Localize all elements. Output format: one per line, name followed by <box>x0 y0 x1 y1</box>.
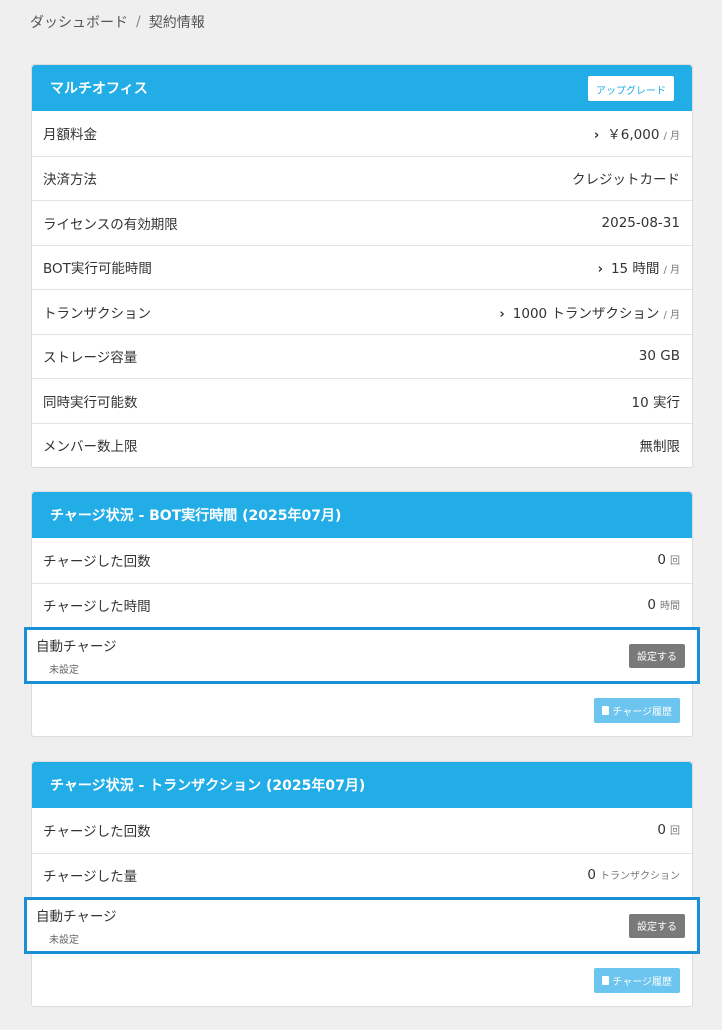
auto-charge-status: 未設定 <box>49 935 79 946</box>
breadcrumb-separator: / <box>136 14 141 30</box>
tx-auto-charge-set-button[interactable]: 設定する <box>629 913 685 938</box>
document-icon <box>602 705 610 715</box>
bot-charge-count-row: チャージした回数 0回 <box>32 538 692 583</box>
tx-charge-card: チャージ状況 - トランザクション (2025年07月) チャージした回数 0回… <box>24 761 700 1007</box>
row-label: ストレージ容量 <box>43 350 138 367</box>
tx-charge-header: チャージ状況 - トランザクション (2025年07月) <box>32 762 692 808</box>
plan-rows: 月額料金 › ￥6,000/ 月決済方法 クレジットカード ライセンスの有効期限 2025… <box>32 111 692 467</box>
bot-auto-charge-set-button[interactable]: 設定する <box>629 643 685 668</box>
breadcrumb-current: 契約情報 <box>148 15 205 31</box>
row-unit: / 月 <box>663 265 680 277</box>
row-value-group: クレジットカード <box>572 168 680 188</box>
row-label: チャージした量 <box>43 869 138 886</box>
auto-charge-label: 自動チャージ <box>36 909 117 925</box>
tx-charge-amount-row: チャージした量 0 トランザクション <box>32 852 692 898</box>
history-label: チャージ履歴 <box>612 706 672 718</box>
row-value-group: 無制限 <box>640 435 681 455</box>
bot-charge-title: チャージ状況 - BOT実行時間 (2025年07月) <box>50 508 342 524</box>
row-value: 15 時間 <box>610 261 660 278</box>
row-value: 2025-08-31 <box>601 214 680 231</box>
row-value: 0 <box>657 822 666 839</box>
row-value-group: › ￥6,000/ 月 <box>594 123 680 143</box>
bot-auto-charge-row: 自動チャージ 未設定 設定する <box>24 627 700 684</box>
row-value: 1000 トランザクション <box>512 305 660 322</box>
row-label: チャージした時間 <box>43 599 151 616</box>
row-unit: 時間 <box>660 601 680 613</box>
plan-row[interactable]: 月額料金 › ￥6,000/ 月 <box>32 111 692 156</box>
row-value-group: 2025-08-31 <box>602 215 680 231</box>
row-label: 月額料金 <box>43 127 97 144</box>
document-icon <box>602 975 610 985</box>
history-label: チャージ履歴 <box>612 976 672 988</box>
row-value-group: 30 GB <box>639 348 680 364</box>
row-label: トランザクション <box>43 305 151 322</box>
row-unit: / 月 <box>663 131 680 143</box>
row-label: ライセンスの有効期限 <box>43 216 178 233</box>
bot-charge-time-row: チャージした時間 0 時間 <box>32 582 692 628</box>
plan-row: 同時実行可能数 10 実行 <box>32 378 692 423</box>
row-value: 0 <box>657 552 666 569</box>
breadcrumb-dashboard-link[interactable]: ダッシュボード <box>30 12 128 32</box>
row-value-group: 10 実行 <box>632 391 680 411</box>
plan-row[interactable]: BOT実行可能時間 › 15 時間 / 月 <box>32 244 692 290</box>
plan-card-header: マルチオフィス アップグレード <box>32 65 692 111</box>
chevron-right-icon[interactable]: › <box>594 128 599 143</box>
row-value: ￥6,000 <box>607 127 660 144</box>
row-value-group: › 1000 トランザクション / 月 <box>499 302 680 322</box>
tx-charge-count-row: チャージした回数 0回 <box>32 808 692 853</box>
tx-charge-title: チャージ状況 - トランザクション (2025年07月) <box>50 778 366 794</box>
upgrade-button[interactable]: アップグレード <box>588 75 674 101</box>
row-label: 決済方法 <box>43 172 97 189</box>
plan-title: マルチオフィス <box>50 81 148 97</box>
plan-row[interactable]: トランザクション › 1000 トランザクション / 月 <box>32 289 692 334</box>
row-value: 0 <box>587 867 596 884</box>
bot-charge-header: チャージ状況 - BOT実行時間 (2025年07月) <box>32 492 692 538</box>
row-value-group: › 15 時間 / 月 <box>598 257 680 277</box>
plan-row: 決済方法 クレジットカード <box>32 155 692 201</box>
bot-charge-footer: チャージ履歴 <box>32 684 692 736</box>
row-unit: 回 <box>670 556 680 568</box>
plan-row: メンバー数上限 無制限 <box>32 422 692 468</box>
row-label: チャージした回数 <box>43 824 151 841</box>
breadcrumb: ダッシュボード / 契約情報 <box>30 12 205 32</box>
auto-charge-label: 自動チャージ <box>36 639 117 655</box>
row-value: 無制限 <box>639 439 681 456</box>
row-value: 10 実行 <box>631 394 680 411</box>
row-unit: 回 <box>670 826 680 838</box>
row-label: チャージした回数 <box>43 554 151 571</box>
tx-charge-history-button[interactable]: チャージ履歴 <box>594 967 680 993</box>
bot-charge-card: チャージ状況 - BOT実行時間 (2025年07月) チャージした回数 0回 … <box>24 491 700 737</box>
row-label: メンバー数上限 <box>43 439 138 456</box>
tx-charge-footer: チャージ履歴 <box>32 954 692 1006</box>
row-label: BOT実行可能時間 <box>43 261 152 278</box>
auto-charge-status: 未設定 <box>49 665 79 676</box>
bot-charge-history-button[interactable]: チャージ履歴 <box>594 697 680 723</box>
plan-row: ストレージ容量 30 GB <box>32 333 692 379</box>
row-unit: トランザクション <box>600 871 680 883</box>
tx-auto-charge-row: 自動チャージ 未設定 設定する <box>24 897 700 954</box>
row-value: クレジットカード <box>572 172 680 189</box>
row-value: 0 <box>647 597 656 614</box>
row-unit: / 月 <box>663 309 680 321</box>
plan-card: マルチオフィス アップグレード 月額料金 › ￥6,000/ 月決済方法 クレジットカ… <box>31 64 693 468</box>
chevron-right-icon[interactable]: › <box>499 307 504 322</box>
row-label: 同時実行可能数 <box>43 394 138 411</box>
row-value: 30 GB <box>638 348 680 365</box>
plan-row: ライセンスの有効期限 2025-08-31 <box>32 200 692 245</box>
chevron-right-icon[interactable]: › <box>598 262 603 277</box>
